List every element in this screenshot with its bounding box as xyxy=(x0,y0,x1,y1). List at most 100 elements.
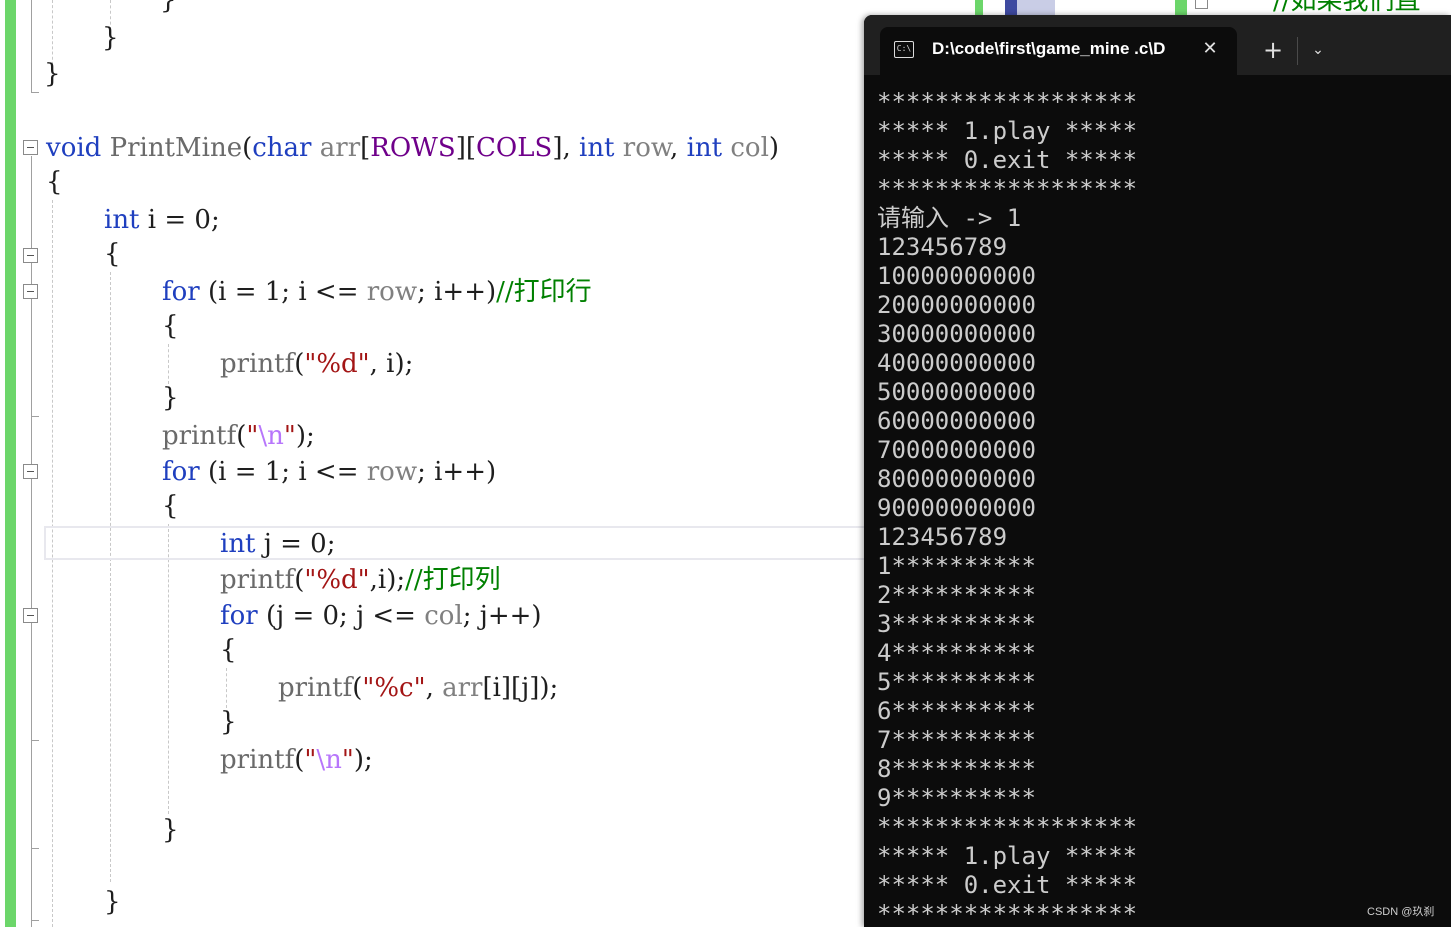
code-line-current[interactable]: int j = 0; xyxy=(220,526,335,562)
change-indicator-bar xyxy=(975,0,983,15)
terminal-line: 2********** xyxy=(877,581,1036,609)
token: int xyxy=(104,205,140,235)
terminal-output[interactable]: ****************** ***** 1.play ***** ****… xyxy=(877,88,1137,927)
terminal-line: 9********** xyxy=(877,784,1036,812)
terminal-tab[interactable]: C:\ D:\code\first\game_mine .c\D ✕ xyxy=(880,27,1237,75)
indent-guide xyxy=(168,344,169,384)
terminal-line: 1********** xyxy=(877,552,1036,580)
token: } xyxy=(162,815,179,845)
code-line[interactable]: int i = 0; xyxy=(104,202,220,238)
code-line[interactable]: } xyxy=(162,812,179,848)
watermark: CSDN @玖刹 xyxy=(1367,906,1435,918)
token: , xyxy=(425,673,443,703)
token: { xyxy=(46,167,63,197)
code-line[interactable]: { xyxy=(162,308,179,344)
token: { xyxy=(220,635,237,665)
token: ( xyxy=(294,745,305,775)
outline-end-tick xyxy=(31,92,39,93)
terminal-line: 123456789 xyxy=(877,233,1008,261)
code-line[interactable]: for (j = 0; j <= col; j++) xyxy=(220,598,542,634)
terminal-window[interactable]: C:\ D:\code\first\game_mine .c\D ✕ + ⌄ *… xyxy=(864,15,1451,927)
terminal-line: 50000000000 xyxy=(877,378,1036,406)
background-editor-strip: //如果我们直 xyxy=(975,0,1451,15)
code-line[interactable]: { xyxy=(46,164,63,200)
token: } xyxy=(162,383,179,413)
token: printf xyxy=(220,745,295,775)
code-line[interactable]: printf("%d",i);//打印列 xyxy=(220,562,501,598)
token: arr xyxy=(442,673,483,703)
code-line-function-signature[interactable]: void PrintMine(char arr[ROWS][COLS], int… xyxy=(46,130,779,166)
token: col xyxy=(424,601,463,631)
token: ( xyxy=(242,133,253,163)
token: PrintMine xyxy=(109,133,243,163)
scroll-marker xyxy=(1005,0,1017,15)
code-line[interactable]: { xyxy=(162,488,179,524)
token: { xyxy=(162,491,179,521)
terminal-line: ***** 1.play ***** xyxy=(877,117,1138,145)
token-string: " xyxy=(246,421,259,451)
token: ) xyxy=(768,133,780,163)
code-line[interactable]: } xyxy=(102,20,119,56)
terminal-line: ****************** xyxy=(877,900,1138,927)
collapse-for-loop-button[interactable] xyxy=(23,284,38,299)
terminal-line: 8********** xyxy=(877,755,1036,783)
collapse-for-loop-button[interactable] xyxy=(23,608,38,623)
token: { xyxy=(104,239,121,269)
code-line[interactable]: { xyxy=(220,632,237,668)
terminal-line: 3********** xyxy=(877,610,1036,638)
profile-dropdown-button[interactable]: ⌄ xyxy=(1304,36,1332,64)
terminal-line: ****************** xyxy=(877,813,1138,841)
terminal-line: 4********** xyxy=(877,639,1036,667)
token: void xyxy=(46,133,102,163)
indent-guide xyxy=(110,272,111,882)
token: printf xyxy=(278,673,353,703)
token: col xyxy=(730,133,769,163)
code-line[interactable]: printf("\n"); xyxy=(220,742,373,778)
code-line[interactable]: } xyxy=(220,704,237,740)
outline-end-tick xyxy=(31,848,39,849)
code-line[interactable]: } xyxy=(104,884,121,920)
collapse-function-button[interactable] xyxy=(23,140,38,155)
new-tab-button[interactable]: + xyxy=(1259,34,1287,66)
code-line[interactable]: } xyxy=(44,56,61,92)
outline-line xyxy=(31,0,32,92)
collapse-block-button[interactable] xyxy=(23,248,38,263)
terminal-line: 80000000000 xyxy=(877,465,1036,493)
terminal-icon: C:\ xyxy=(894,41,914,58)
code-line[interactable]: { xyxy=(104,236,121,272)
close-tab-button[interactable]: ✕ xyxy=(1198,35,1222,63)
token: } xyxy=(104,887,121,917)
current-line-highlight xyxy=(44,526,874,560)
terminal-line: ***** 1.play ***** xyxy=(877,842,1138,870)
code-line[interactable]: printf("\n"); xyxy=(162,418,315,454)
terminal-line: 5********** xyxy=(877,668,1036,696)
token: } xyxy=(102,23,119,53)
token: ,i); xyxy=(369,565,406,595)
tab-separator xyxy=(1297,37,1298,65)
collapse-for-loop-button[interactable] xyxy=(23,464,38,479)
plus-icon: + xyxy=(1262,36,1284,64)
collapse-block-button[interactable] xyxy=(1195,0,1208,9)
code-line[interactable]: } xyxy=(160,0,177,18)
background-comment: //如果我们直 xyxy=(1273,0,1421,15)
code-line[interactable]: for (i = 1; i <= row; i++) xyxy=(162,454,496,490)
token-string: "%c" xyxy=(362,673,426,703)
terminal-line: ***** 0.exit ***** xyxy=(877,871,1138,899)
token-comment: //打印列 xyxy=(405,565,501,595)
token: ][ xyxy=(455,133,477,163)
token: COLS xyxy=(476,133,553,163)
code-line[interactable]: printf("%c", arr[i][j]); xyxy=(278,670,558,706)
outline-end-tick xyxy=(31,416,39,417)
terminal-line: 20000000000 xyxy=(877,291,1036,319)
code-line[interactable]: printf("%d", i); xyxy=(220,346,413,382)
token: printf xyxy=(220,565,295,595)
code-line[interactable]: for (i = 1; i <= row; i++)//打印行 xyxy=(162,274,592,310)
terminal-line: 10000000000 xyxy=(877,262,1036,290)
token: row xyxy=(622,133,671,163)
tab-bar: C:\ D:\code\first\game_mine .c\D ✕ + ⌄ xyxy=(864,15,1451,75)
code-line[interactable]: } xyxy=(162,380,179,416)
token: ROWS xyxy=(370,133,456,163)
change-indicator-bar xyxy=(1175,0,1187,15)
